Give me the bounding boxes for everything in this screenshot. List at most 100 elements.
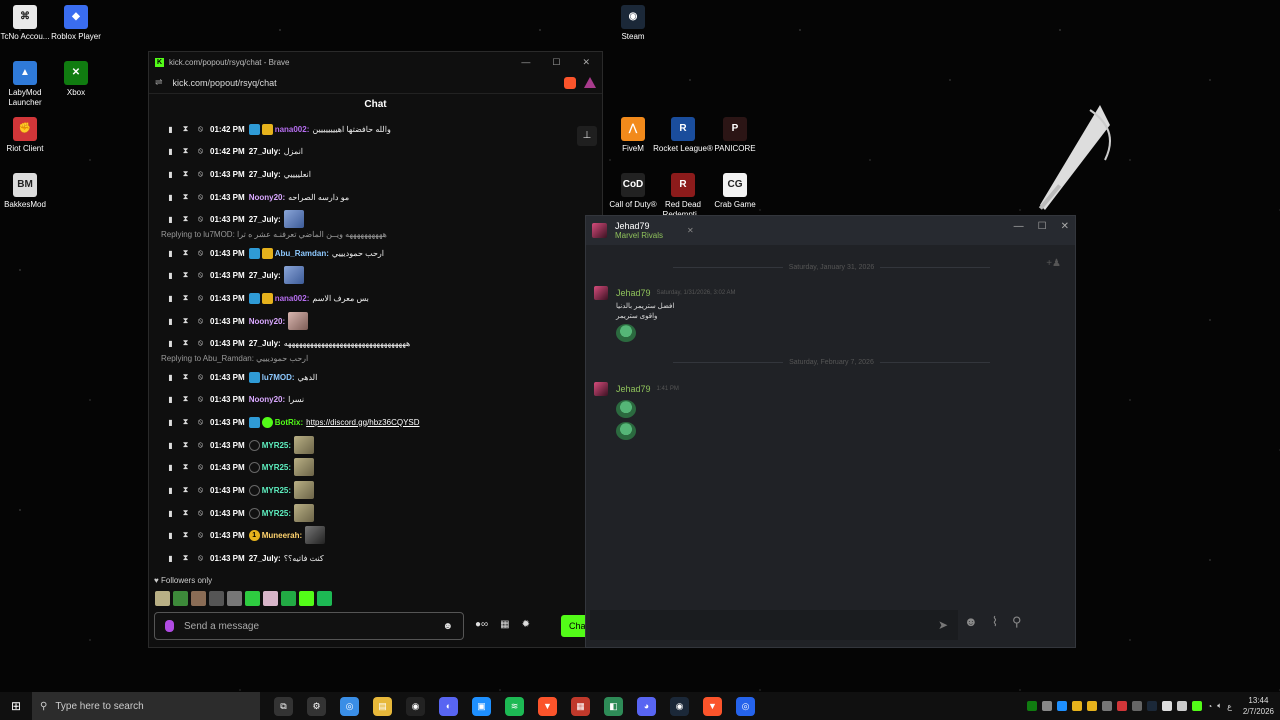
ban-icon[interactable]: ⦸: [193, 440, 208, 450]
chat-message[interactable]: ▮ ⧗ ⦸ 01:43 PM 27_July:: [163, 210, 304, 228]
trash-icon[interactable]: ▮: [163, 339, 178, 348]
steam-taskbar-icon[interactable]: ◉: [670, 696, 689, 716]
message-link[interactable]: https://discord.gg/hbz36CQYSD: [306, 418, 419, 427]
username[interactable]: Noony20:: [249, 193, 285, 202]
desktop-icon[interactable]: ◆ Roblox Player: [46, 5, 106, 42]
trash-icon[interactable]: ▮: [163, 373, 178, 382]
username[interactable]: 27_July:: [249, 271, 281, 280]
ban-icon[interactable]: ⦸: [193, 169, 208, 179]
steam-message-input[interactable]: [590, 610, 928, 640]
ban-icon[interactable]: ⦸: [193, 214, 208, 224]
trash-icon[interactable]: ▮: [163, 486, 178, 495]
ban-icon[interactable]: ⦸: [193, 293, 208, 303]
quick-emote[interactable]: [227, 591, 242, 606]
timeout-icon[interactable]: ⧗: [178, 462, 193, 472]
chat-message[interactable]: ▮ ⧗ ⦸ 01:43 PM 27_July: كنت فاتيه؟؟: [163, 549, 323, 567]
brave-taskbar-icon[interactable]: ▼: [538, 696, 557, 716]
timeout-icon[interactable]: ⧗: [178, 248, 193, 258]
file-explorer-taskbar-icon[interactable]: ▤: [373, 696, 392, 716]
reply-context[interactable]: Replying to lu7MOD: ههههههههههه ويــن ال…: [161, 230, 387, 239]
trash-icon[interactable]: ▮: [163, 215, 178, 224]
reply-context[interactable]: Replying to Abu_Ramdan: ارحب حموديييي: [161, 354, 308, 363]
tray-icon[interactable]: [1117, 701, 1128, 711]
send-message-input[interactable]: Send a message ☻: [154, 612, 464, 640]
trash-icon[interactable]: ▮: [163, 193, 178, 202]
chat-emote[interactable]: [283, 266, 304, 284]
emoji-icon[interactable]: ☻: [442, 621, 453, 632]
trash-icon[interactable]: ▮: [163, 294, 178, 303]
timeout-icon[interactable]: ⧗: [178, 270, 193, 280]
brave-rewards-icon[interactable]: [584, 76, 596, 88]
ban-icon[interactable]: ⦸: [193, 372, 208, 382]
spotify-taskbar-icon[interactable]: ≋: [505, 696, 524, 716]
timeout-icon[interactable]: ⧗: [178, 417, 193, 427]
steam-tray-icon[interactable]: [1147, 701, 1158, 711]
username[interactable]: 27_July:: [249, 170, 281, 179]
sender-name[interactable]: Jehad79: [616, 288, 651, 298]
close-icon[interactable]: ✕: [582, 57, 590, 68]
brave-shields-icon[interactable]: [564, 76, 576, 89]
sender-name[interactable]: Jehad79: [616, 384, 651, 394]
chat-message[interactable]: ▮ ⧗ ⦸ 01:43 PM MYR25:: [163, 458, 315, 476]
ban-icon[interactable]: ⦸: [193, 530, 208, 540]
chat-message[interactable]: ▮ ⧗ ⦸ 01:43 PM MYR25:: [163, 436, 315, 454]
ban-icon[interactable]: ⦸: [193, 124, 208, 134]
username[interactable]: nana002:: [275, 125, 310, 134]
steam-chat-tab[interactable]: Jehad79 Marvel Rivals ✕ — ☐ ✕: [586, 216, 1075, 245]
brightness-icon[interactable]: [1162, 701, 1173, 711]
desktop-icon[interactable]: RRed Dead Redempti...: [653, 173, 713, 220]
trash-icon[interactable]: ▮: [163, 271, 178, 280]
chat-emote[interactable]: [305, 526, 326, 544]
quick-emote[interactable]: [263, 591, 278, 606]
username[interactable]: Noony20:: [249, 395, 285, 404]
ban-icon[interactable]: ⦸: [193, 248, 208, 258]
username[interactable]: MYR25:: [262, 441, 291, 450]
voice-icon[interactable]: ⚲: [1012, 614, 1022, 630]
tray-icon[interactable]: [1192, 701, 1203, 711]
store-icon[interactable]: ▦: [500, 619, 509, 630]
desktop-icon[interactable]: R Rocket League®: [653, 117, 713, 154]
username[interactable]: 27_July:: [249, 554, 281, 563]
minimize-icon[interactable]: —: [1014, 221, 1024, 232]
xbox-tray-icon[interactable]: [1027, 701, 1038, 711]
trash-icon[interactable]: ▮: [163, 125, 178, 134]
timeout-icon[interactable]: ⧗: [178, 440, 193, 450]
quick-emote[interactable]: [317, 591, 332, 606]
ban-icon[interactable]: ⦸: [193, 270, 208, 280]
maximize-icon[interactable]: ☐: [1038, 221, 1047, 232]
pin-icon[interactable]: ⊥: [577, 126, 597, 146]
chat-message[interactable]: ▮ ⧗ ⦸ 01:42 PM nana002: والله حافضتها اهييييي…: [163, 120, 391, 138]
bluetooth-icon[interactable]: [1057, 701, 1068, 711]
username[interactable]: Muneerah:: [262, 531, 302, 540]
emoticon-icon[interactable]: ☻: [964, 614, 978, 630]
close-icon[interactable]: ✕: [1061, 221, 1069, 232]
ban-icon[interactable]: ⦸: [193, 508, 208, 518]
taskbar-clock[interactable]: 13:44 2/7/2026: [1243, 695, 1274, 717]
discord-ptb-taskbar-icon[interactable]: ◐: [439, 696, 458, 716]
desktop-icon[interactable]: BM BakkesMod: [0, 173, 55, 210]
trash-icon[interactable]: ▮: [163, 554, 178, 563]
timeout-icon[interactable]: ⧗: [178, 214, 193, 224]
tray-icon[interactable]: [1042, 701, 1053, 711]
volume-icon[interactable]: 🔈︎: [1217, 701, 1222, 711]
chat-message[interactable]: ▮ ⧗ ⦸ 01:43 PM Noony20: نسرا: [163, 390, 304, 408]
timeout-icon[interactable]: ⧗: [178, 293, 193, 303]
trash-icon[interactable]: ▮: [163, 463, 178, 472]
quick-emote[interactable]: [245, 591, 260, 606]
task-view-taskbar-icon[interactable]: ⧉: [274, 696, 293, 716]
chat-emote[interactable]: [283, 210, 304, 228]
quick-emote[interactable]: [281, 591, 296, 606]
chat-message[interactable]: ▮ ⧗ ⦸ 01:43 PM 27_July:: [163, 266, 304, 284]
chat-message[interactable]: ▮ ⧗ ⦸ 01:43 PM 27_July: انعلييييي: [163, 165, 311, 183]
trash-icon[interactable]: ▮: [163, 249, 178, 258]
language-indicator[interactable]: ع: [1227, 702, 1232, 711]
chat-message[interactable]: ▮ ⧗ ⦸ 01:43 PM 27_July: ههههههههههههههههههههه…: [163, 334, 410, 352]
quick-emote[interactable]: [173, 591, 188, 606]
tray-icon[interactable]: [1072, 701, 1083, 711]
tray-icon[interactable]: [1102, 701, 1113, 711]
chat-message[interactable]: ▮ ⧗ ⦸ 01:43 PM nana002: بس معرف الاسم: [163, 289, 369, 307]
trash-icon[interactable]: ▮: [163, 317, 178, 326]
network-icon[interactable]: ◔: [1207, 702, 1212, 711]
avatar[interactable]: [594, 286, 608, 300]
desktop-icon[interactable]: ✕ Xbox: [46, 61, 106, 98]
